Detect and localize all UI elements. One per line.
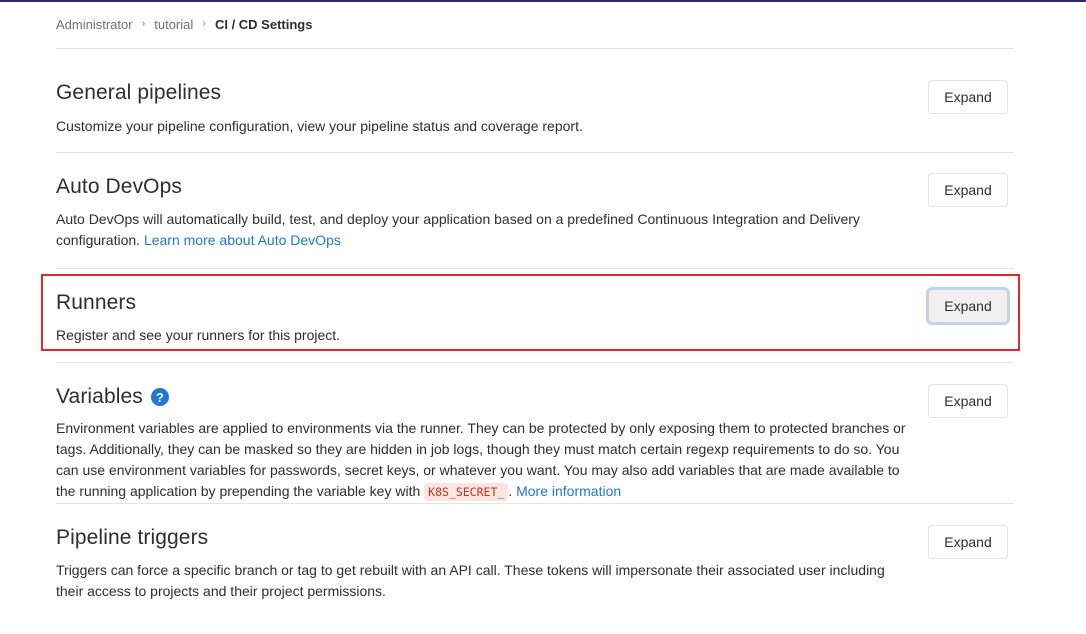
chevron-right-icon: › xyxy=(141,18,146,30)
section-title: Runners xyxy=(56,291,137,314)
more-information-link[interactable]: More information xyxy=(516,483,621,499)
chevron-right-icon: › xyxy=(202,18,206,30)
breadcrumb: Administrator › tutorial › CI / CD Setti… xyxy=(56,0,1014,49)
section-auto-devops: Auto DevOps Auto DevOps will automatical… xyxy=(56,153,1014,269)
section-variables: Variables ? Environment variables are ap… xyxy=(56,363,1014,504)
section-title-text: Variables xyxy=(56,385,143,408)
section-pipeline-triggers: Pipeline triggers Triggers can force a s… xyxy=(56,504,1014,614)
section-title: Pipeline triggers xyxy=(56,526,209,549)
breadcrumb-item-administrator[interactable]: Administrator xyxy=(56,17,133,32)
expand-auto-devops-button[interactable]: Expand xyxy=(928,173,1008,207)
question-circle-icon[interactable]: ? xyxy=(150,388,169,406)
section-runners: Runners Register and see your runners fo… xyxy=(56,269,1014,363)
section-description: Auto DevOps will automatically build, te… xyxy=(56,209,906,251)
section-description: Register and see your runners for this p… xyxy=(56,327,341,343)
breadcrumb-item-tutorial[interactable]: tutorial xyxy=(154,17,193,32)
breadcrumb-current[interactable]: CI / CD Settings xyxy=(215,17,313,32)
section-title: General pipelines xyxy=(56,81,222,104)
section-description: Triggers can force a specific branch or … xyxy=(56,562,885,599)
section-description: Environment variables are applied to env… xyxy=(56,418,906,503)
expand-general-pipelines-button[interactable]: Expand xyxy=(928,80,1008,114)
k8s-secret-code: K8S_SECRET_ xyxy=(424,483,509,501)
section-general-pipelines: General pipelines Customize your pipelin… xyxy=(56,49,1014,153)
section-description: Customize your pipeline configuration, v… xyxy=(56,118,583,134)
expand-runners-button[interactable]: Expand xyxy=(928,289,1008,323)
expand-pipeline-triggers-button[interactable]: Expand xyxy=(928,525,1008,559)
main-content: Administrator › tutorial › CI / CD Setti… xyxy=(56,0,1014,614)
section-title: Auto DevOps xyxy=(56,175,182,198)
description-suffix: . xyxy=(508,483,513,499)
section-title: Variables ? xyxy=(56,385,169,409)
learn-more-auto-devops-link[interactable]: Learn more about Auto DevOps xyxy=(144,232,341,248)
expand-variables-button[interactable]: Expand xyxy=(928,384,1008,418)
